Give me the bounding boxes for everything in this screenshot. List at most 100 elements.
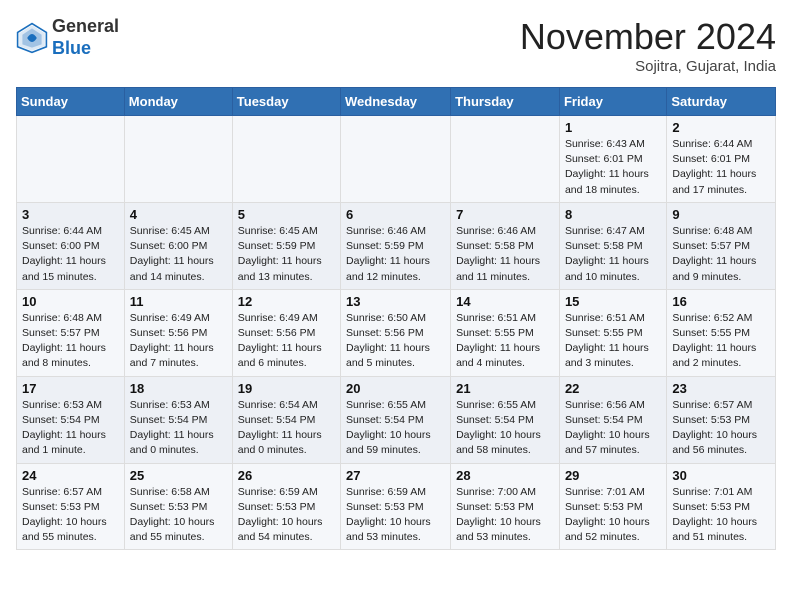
day-number: 18 — [130, 381, 227, 396]
calendar-cell: 29Sunrise: 7:01 AMSunset: 5:53 PMDayligh… — [559, 463, 666, 550]
logo: General Blue — [16, 16, 119, 59]
day-number: 21 — [456, 381, 554, 396]
calendar-cell: 15 Sunrise: 6:51 AMSunset: 5:55 PMDayligh… — [559, 289, 666, 376]
day-info: Sunrise: 6:56 AMSunset: 5:54 PMDaylight:… — [565, 398, 661, 459]
calendar-header-row: SundayMondayTuesdayWednesdayThursdayFrid… — [17, 88, 776, 116]
day-info: Sunrise: 6:43 AMSunset: 6:01 PMDaylight:… — [565, 137, 661, 198]
calendar-cell — [341, 116, 451, 203]
day-info: Sunrise: 6:49 AMSunset: 5:56 PMDaylight:… — [130, 311, 227, 372]
day-info: Sunrise: 6:57 AMSunset: 5:53 PMDaylight:… — [672, 398, 770, 459]
day-number: 6 — [346, 207, 445, 222]
day-number: 3 — [22, 207, 119, 222]
location-text: Sojitra, Gujarat, India — [520, 58, 776, 75]
day-info: Sunrise: 6:46 AMSunset: 5:59 PMDaylight:… — [346, 224, 445, 285]
calendar-cell: 14 Sunrise: 6:51 AMSunset: 5:55 PMDayligh… — [451, 289, 560, 376]
calendar-week-row: 17 Sunrise: 6:53 AMSunset: 5:54 PMDayligh… — [17, 376, 776, 463]
calendar-cell: 25 Sunrise: 6:58 AMSunset: 5:53 PMDayligh… — [124, 463, 232, 550]
calendar-cell: 11Sunrise: 6:49 AMSunset: 5:56 PMDayligh… — [124, 289, 232, 376]
calendar-cell: 23Sunrise: 6:57 AMSunset: 5:53 PMDayligh… — [667, 376, 776, 463]
day-number: 2 — [672, 120, 770, 135]
calendar-cell: 10 Sunrise: 6:48 AMSunset: 5:57 PMDayligh… — [17, 289, 125, 376]
weekday-header: Tuesday — [232, 88, 340, 116]
day-info: Sunrise: 6:55 AMSunset: 5:54 PMDaylight:… — [456, 398, 554, 459]
day-info: Sunrise: 6:44 AMSunset: 6:00 PMDaylight:… — [22, 224, 119, 285]
day-number: 28 — [456, 468, 554, 483]
calendar-cell: 16Sunrise: 6:52 AMSunset: 5:55 PMDayligh… — [667, 289, 776, 376]
day-number: 17 — [22, 381, 119, 396]
calendar-cell: 17 Sunrise: 6:53 AMSunset: 5:54 PMDayligh… — [17, 376, 125, 463]
day-number: 13 — [346, 294, 445, 309]
day-info: Sunrise: 6:53 AMSunset: 5:54 PMDaylight:… — [130, 398, 227, 459]
calendar-cell: 27 Sunrise: 6:59 AMSunset: 5:53 PMDayligh… — [341, 463, 451, 550]
calendar-cell: 13 Sunrise: 6:50 AMSunset: 5:56 PMDayligh… — [341, 289, 451, 376]
calendar-cell: 20Sunrise: 6:55 AMSunset: 5:54 PMDayligh… — [341, 376, 451, 463]
day-number: 4 — [130, 207, 227, 222]
calendar-cell — [17, 116, 125, 203]
calendar-cell: 30Sunrise: 7:01 AMSunset: 5:53 PMDayligh… — [667, 463, 776, 550]
day-number: 29 — [565, 468, 661, 483]
calendar-cell: 7 Sunrise: 6:46 AMSunset: 5:58 PMDaylight… — [451, 202, 560, 289]
day-number: 26 — [238, 468, 335, 483]
calendar-cell: 6 Sunrise: 6:46 AMSunset: 5:59 PMDaylight… — [341, 202, 451, 289]
day-number: 24 — [22, 468, 119, 483]
calendar-cell: 26 Sunrise: 6:59 AMSunset: 5:53 PMDayligh… — [232, 463, 340, 550]
day-number: 27 — [346, 468, 445, 483]
weekday-header: Saturday — [667, 88, 776, 116]
day-info: Sunrise: 6:45 AMSunset: 6:00 PMDaylight:… — [130, 224, 227, 285]
calendar-table: SundayMondayTuesdayWednesdayThursdayFrid… — [16, 87, 776, 550]
calendar-cell: 28Sunrise: 7:00 AMSunset: 5:53 PMDayligh… — [451, 463, 560, 550]
day-number: 14 — [456, 294, 554, 309]
day-info: Sunrise: 6:49 AMSunset: 5:56 PMDaylight:… — [238, 311, 335, 372]
calendar-week-row: 10 Sunrise: 6:48 AMSunset: 5:57 PMDayligh… — [17, 289, 776, 376]
day-info: Sunrise: 7:01 AMSunset: 5:53 PMDaylight:… — [672, 485, 770, 546]
calendar-cell: 22 Sunrise: 6:56 AMSunset: 5:54 PMDayligh… — [559, 376, 666, 463]
day-info: Sunrise: 6:46 AMSunset: 5:58 PMDaylight:… — [456, 224, 554, 285]
calendar-cell: 19Sunrise: 6:54 AMSunset: 5:54 PMDayligh… — [232, 376, 340, 463]
weekday-header: Thursday — [451, 88, 560, 116]
day-number: 19 — [238, 381, 335, 396]
calendar-cell: 24 Sunrise: 6:57 AMSunset: 5:53 PMDayligh… — [17, 463, 125, 550]
calendar-cell: 1 Sunrise: 6:43 AMSunset: 6:01 PMDaylight… — [559, 116, 666, 203]
calendar-week-row: 3 Sunrise: 6:44 AMSunset: 6:00 PMDaylight… — [17, 202, 776, 289]
day-info: Sunrise: 6:57 AMSunset: 5:53 PMDaylight:… — [22, 485, 119, 546]
calendar-cell: 3 Sunrise: 6:44 AMSunset: 6:00 PMDaylight… — [17, 202, 125, 289]
day-number: 25 — [130, 468, 227, 483]
calendar-week-row: 1 Sunrise: 6:43 AMSunset: 6:01 PMDaylight… — [17, 116, 776, 203]
day-number: 20 — [346, 381, 445, 396]
weekday-header: Wednesday — [341, 88, 451, 116]
day-info: Sunrise: 6:50 AMSunset: 5:56 PMDaylight:… — [346, 311, 445, 372]
day-info: Sunrise: 6:45 AMSunset: 5:59 PMDaylight:… — [238, 224, 335, 285]
day-number: 9 — [672, 207, 770, 222]
calendar-cell: 8Sunrise: 6:47 AMSunset: 5:58 PMDaylight… — [559, 202, 666, 289]
calendar-cell: 5Sunrise: 6:45 AMSunset: 5:59 PMDaylight… — [232, 202, 340, 289]
logo-general-text: General — [52, 16, 119, 36]
title-block: November 2024 Sojitra, Gujarat, India — [520, 16, 776, 75]
day-number: 1 — [565, 120, 661, 135]
logo-icon — [16, 22, 48, 54]
day-number: 22 — [565, 381, 661, 396]
day-info: Sunrise: 6:53 AMSunset: 5:54 PMDaylight:… — [22, 398, 119, 459]
day-number: 10 — [22, 294, 119, 309]
weekday-header: Monday — [124, 88, 232, 116]
weekday-header: Sunday — [17, 88, 125, 116]
day-number: 12 — [238, 294, 335, 309]
calendar-cell — [124, 116, 232, 203]
day-number: 7 — [456, 207, 554, 222]
day-info: Sunrise: 6:48 AMSunset: 5:57 PMDaylight:… — [22, 311, 119, 372]
day-info: Sunrise: 6:44 AMSunset: 6:01 PMDaylight:… — [672, 137, 770, 198]
calendar-cell — [232, 116, 340, 203]
day-info: Sunrise: 6:59 AMSunset: 5:53 PMDaylight:… — [346, 485, 445, 546]
calendar-cell: 18 Sunrise: 6:53 AMSunset: 5:54 PMDayligh… — [124, 376, 232, 463]
logo-blue-text: Blue — [52, 38, 91, 58]
calendar-cell: 2 Sunrise: 6:44 AMSunset: 6:01 PMDaylight… — [667, 116, 776, 203]
day-info: Sunrise: 6:58 AMSunset: 5:53 PMDaylight:… — [130, 485, 227, 546]
calendar-cell: 9Sunrise: 6:48 AMSunset: 5:57 PMDaylight… — [667, 202, 776, 289]
day-info: Sunrise: 6:51 AMSunset: 5:55 PMDaylight:… — [565, 311, 661, 372]
calendar-cell: 4 Sunrise: 6:45 AMSunset: 6:00 PMDaylight… — [124, 202, 232, 289]
day-info: Sunrise: 6:51 AMSunset: 5:55 PMDaylight:… — [456, 311, 554, 372]
page-header: General Blue November 2024 Sojitra, Guja… — [16, 16, 776, 75]
calendar-cell — [451, 116, 560, 203]
day-info: Sunrise: 6:52 AMSunset: 5:55 PMDaylight:… — [672, 311, 770, 372]
day-number: 15 — [565, 294, 661, 309]
day-info: Sunrise: 6:59 AMSunset: 5:53 PMDaylight:… — [238, 485, 335, 546]
